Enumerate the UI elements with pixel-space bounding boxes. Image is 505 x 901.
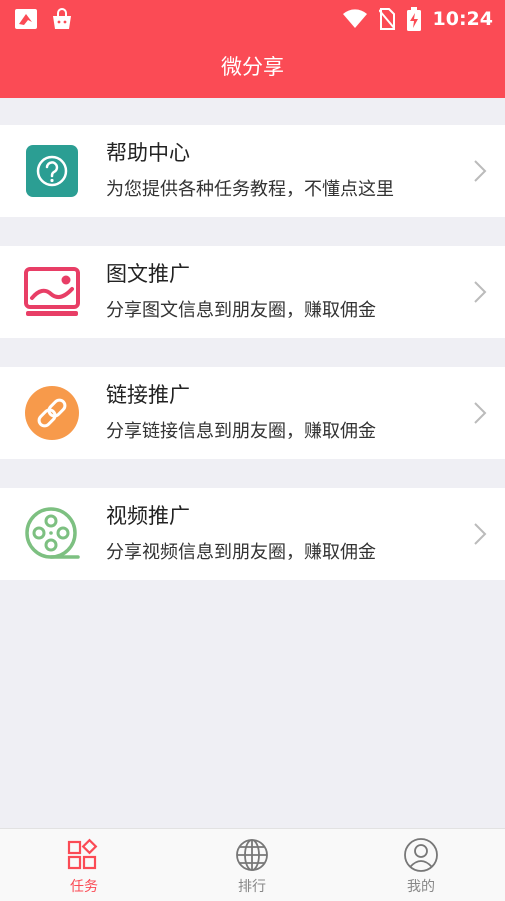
- tab-mine-label: 我的: [407, 879, 435, 895]
- chevron-right-icon: [474, 402, 487, 424]
- user-icon: [404, 838, 438, 872]
- shopping-bag-icon: [53, 8, 71, 29]
- status-time: 10:24: [432, 8, 493, 30]
- wifi-icon: [342, 9, 367, 28]
- image-text-promotion-subtitle: 分享图文信息到朋友圈，赚取佣金: [106, 300, 376, 321]
- tab-tasks-label: 任务: [70, 879, 98, 895]
- video-promotion-subtitle: 分享视频信息到朋友圈，赚取佣金: [106, 542, 376, 563]
- globe-icon: [236, 839, 268, 871]
- status-bar: 10:24: [0, 0, 505, 38]
- film-reel-icon: [25, 507, 80, 559]
- video-promotion-title: 视频推广: [106, 504, 190, 528]
- tab-ranking[interactable]: 排行: [168, 829, 336, 901]
- help-center-subtitle: 为您提供各种任务教程，不懂点这里: [106, 179, 394, 200]
- bottom-tab-bar: 任务 排行 我的: [0, 828, 505, 901]
- link-promotion-subtitle: 分享链接信息到朋友圈，赚取佣金: [106, 421, 376, 442]
- help-icon: [26, 145, 78, 197]
- app-header: 微分享: [0, 38, 505, 98]
- chevron-right-icon: [474, 160, 487, 182]
- tasks-grid-icon: [67, 838, 98, 870]
- help-center-title: 帮助中心: [106, 141, 190, 165]
- no-sim-icon: [378, 8, 395, 30]
- tab-tasks[interactable]: 任务: [0, 829, 168, 901]
- help-center-item[interactable]: 帮助中心 为您提供各种任务教程，不懂点这里: [0, 125, 505, 217]
- link-icon: [25, 386, 79, 440]
- battery-charging-icon: [406, 7, 421, 31]
- video-promotion-item[interactable]: 视频推广 分享视频信息到朋友圈，赚取佣金: [0, 488, 505, 580]
- app-notification-icon: [15, 9, 37, 29]
- image-text-promotion-title: 图文推广: [106, 262, 190, 286]
- chevron-right-icon: [474, 523, 487, 545]
- image-text-promotion-item[interactable]: 图文推广 分享图文信息到朋友圈，赚取佣金: [0, 246, 505, 338]
- chevron-right-icon: [474, 281, 487, 303]
- link-promotion-title: 链接推广: [106, 383, 190, 407]
- image-icon: [24, 267, 80, 316]
- link-promotion-item[interactable]: 链接推广 分享链接信息到朋友圈，赚取佣金: [0, 367, 505, 459]
- tab-ranking-label: 排行: [238, 879, 266, 895]
- tab-mine[interactable]: 我的: [337, 829, 505, 901]
- page-title: 微分享: [221, 55, 284, 79]
